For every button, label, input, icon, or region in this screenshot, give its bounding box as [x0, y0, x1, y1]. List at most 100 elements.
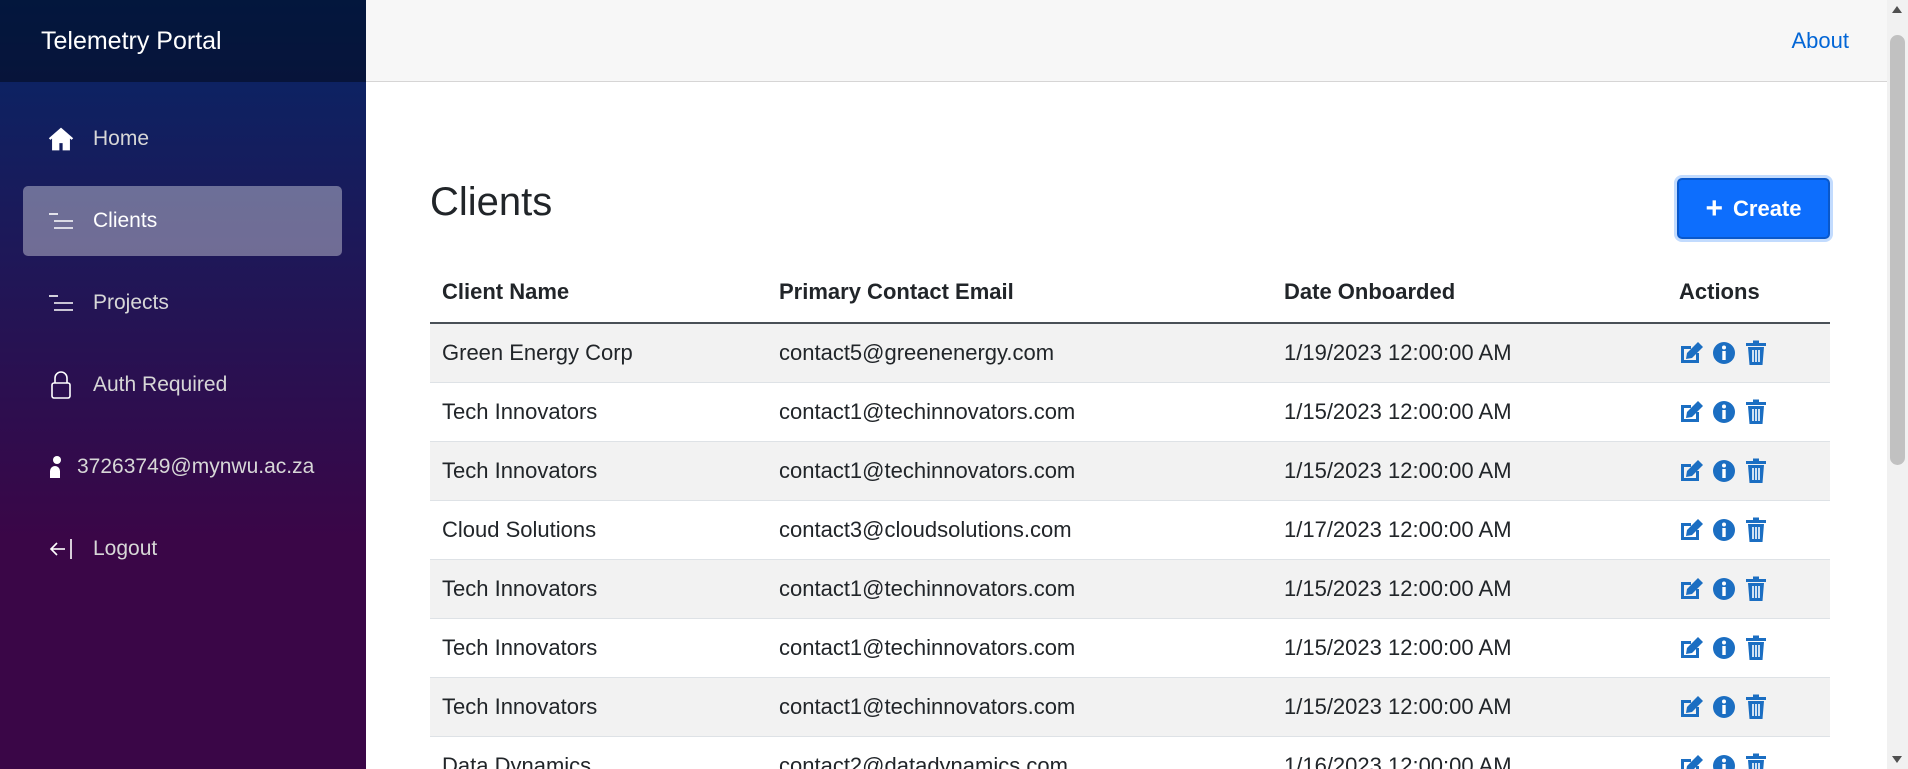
- vertical-scrollbar[interactable]: [1887, 0, 1908, 769]
- cell-actions: [1667, 677, 1830, 737]
- sidebar-item-label: Home: [93, 127, 150, 150]
- cell-date-onboarded: 1/15/2023 12:00:00 AM: [1272, 559, 1667, 619]
- cell-date-onboarded: 1/15/2023 12:00:00 AM: [1272, 382, 1667, 442]
- create-button-label: Create: [1733, 195, 1802, 221]
- row-actions: [1679, 517, 1830, 543]
- cell-email: contact1@techinnovators.com: [767, 677, 1272, 737]
- cell-actions: [1667, 323, 1830, 383]
- delete-icon[interactable]: [1743, 694, 1769, 720]
- cell-actions: [1667, 736, 1830, 769]
- cell-email: contact1@techinnovators.com: [767, 559, 1272, 619]
- cell-date-onboarded: 1/19/2023 12:00:00 AM: [1272, 323, 1667, 383]
- delete-icon[interactable]: [1743, 340, 1769, 366]
- info-icon[interactable]: [1711, 340, 1737, 366]
- table-row: Tech Innovators contact1@techinnovators.c…: [430, 382, 1830, 442]
- edit-icon[interactable]: [1679, 753, 1705, 769]
- row-actions: [1679, 399, 1830, 425]
- edit-icon[interactable]: [1679, 340, 1705, 366]
- about-link[interactable]: About: [1792, 28, 1850, 54]
- sidebar-item-user[interactable]: 37263749@mynwu.ac.za: [23, 432, 342, 502]
- column-header-client-name: Client Name: [430, 262, 767, 324]
- scroll-down-arrow-icon[interactable]: [1892, 756, 1902, 763]
- home-icon: [47, 125, 75, 153]
- delete-icon[interactable]: [1743, 576, 1769, 602]
- cell-client-name: Tech Innovators: [430, 382, 767, 442]
- table-row: Tech Innovators contact1@techinnovators.c…: [430, 559, 1830, 619]
- row-actions: [1679, 340, 1830, 366]
- info-icon[interactable]: [1711, 399, 1737, 425]
- sidebar-item-projects[interactable]: Projects: [23, 268, 342, 338]
- cell-client-name: Green Energy Corp: [430, 323, 767, 383]
- cell-actions: [1667, 559, 1830, 619]
- table-row: Tech Innovators contact1@techinnovators.c…: [430, 441, 1830, 501]
- table-row: Green Energy Corp contact5@greenenergy.co…: [430, 323, 1830, 383]
- cell-date-onboarded: 1/17/2023 12:00:00 AM: [1272, 500, 1667, 560]
- delete-icon[interactable]: [1743, 517, 1769, 543]
- plus-icon: +: [1705, 191, 1724, 225]
- clients-table: Client Name Primary Contact Email Date O…: [430, 262, 1830, 769]
- edit-icon[interactable]: [1679, 635, 1705, 661]
- table-header-row: Client Name Primary Contact Email Date O…: [430, 262, 1830, 324]
- scrollbar-thumb[interactable]: [1890, 35, 1905, 465]
- row-actions: [1679, 694, 1830, 720]
- info-icon[interactable]: [1711, 576, 1737, 602]
- sidebar-item-label: Projects: [93, 291, 169, 314]
- info-icon[interactable]: [1711, 517, 1737, 543]
- column-header-date-onboarded: Date Onboarded: [1272, 262, 1667, 324]
- cell-client-name: Tech Innovators: [430, 618, 767, 678]
- edit-icon[interactable]: [1679, 694, 1705, 720]
- brand-bar: Telemetry Portal: [0, 0, 366, 82]
- top-bar: About: [366, 0, 1887, 82]
- info-icon[interactable]: [1711, 753, 1737, 769]
- cell-client-name: Tech Innovators: [430, 559, 767, 619]
- sidebar-item-home[interactable]: Home: [23, 104, 342, 174]
- delete-icon[interactable]: [1743, 399, 1769, 425]
- scroll-up-arrow-icon[interactable]: [1892, 6, 1902, 13]
- cell-date-onboarded: 1/15/2023 12:00:00 AM: [1272, 677, 1667, 737]
- cell-actions: [1667, 618, 1830, 678]
- info-icon[interactable]: [1711, 694, 1737, 720]
- list-icon: [47, 289, 75, 317]
- edit-icon[interactable]: [1679, 458, 1705, 484]
- info-icon[interactable]: [1711, 635, 1737, 661]
- create-button[interactable]: + Create: [1677, 178, 1830, 239]
- cell-client-name: Tech Innovators: [430, 441, 767, 501]
- cell-actions: [1667, 500, 1830, 560]
- cell-email: contact2@datadynamics.com: [767, 736, 1272, 769]
- edit-icon[interactable]: [1679, 517, 1705, 543]
- list-icon: [47, 207, 75, 235]
- table-row: Data Dynamics contact2@datadynamics.com 1/…: [430, 736, 1830, 769]
- edit-icon[interactable]: [1679, 576, 1705, 602]
- page-title: Clients: [430, 180, 553, 224]
- cell-email: contact1@techinnovators.com: [767, 382, 1272, 442]
- delete-icon[interactable]: [1743, 635, 1769, 661]
- row-actions: [1679, 458, 1830, 484]
- delete-icon[interactable]: [1743, 753, 1769, 769]
- cell-email: contact3@cloudsolutions.com: [767, 500, 1272, 560]
- app-title[interactable]: Telemetry Portal: [41, 27, 222, 56]
- edit-icon[interactable]: [1679, 399, 1705, 425]
- column-header-email: Primary Contact Email: [767, 262, 1272, 324]
- sidebar-item-clients[interactable]: Clients: [23, 186, 342, 256]
- row-actions: [1679, 753, 1830, 769]
- table-row: Tech Innovators contact1@techinnovators.c…: [430, 618, 1830, 678]
- sidebar-item-logout[interactable]: Logout: [23, 514, 342, 584]
- row-actions: [1679, 576, 1830, 602]
- column-header-actions: Actions: [1667, 262, 1830, 324]
- delete-icon[interactable]: [1743, 458, 1769, 484]
- cell-client-name: Data Dynamics: [430, 736, 767, 769]
- cell-date-onboarded: 1/15/2023 12:00:00 AM: [1272, 618, 1667, 678]
- sidebar-item-label: Clients: [93, 209, 158, 232]
- cell-date-onboarded: 1/15/2023 12:00:00 AM: [1272, 441, 1667, 501]
- sidebar-item-label: Auth Required: [93, 373, 228, 396]
- cell-client-name: Tech Innovators: [430, 677, 767, 737]
- cell-email: contact1@techinnovators.com: [767, 441, 1272, 501]
- cell-date-onboarded: 1/16/2023 12:00:00 AM: [1272, 736, 1667, 769]
- cell-actions: [1667, 441, 1830, 501]
- sidebar-nav: Home Clients Projects Auth Required 3726…: [0, 82, 366, 584]
- sidebar-item-auth-required[interactable]: Auth Required: [23, 350, 342, 420]
- info-icon[interactable]: [1711, 458, 1737, 484]
- row-actions: [1679, 635, 1830, 661]
- sidebar: Telemetry Portal Home Clients Projects A…: [0, 0, 366, 769]
- sidebar-item-label: 37263749@mynwu.ac.za: [77, 455, 315, 478]
